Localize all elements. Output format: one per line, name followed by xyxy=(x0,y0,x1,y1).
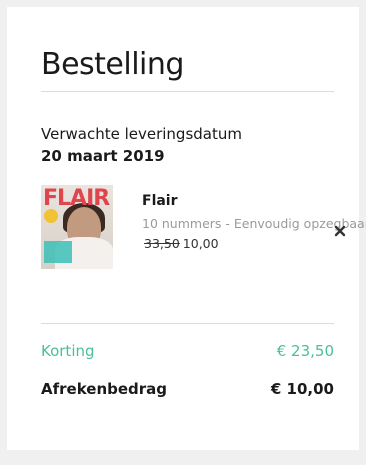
product-price: 33,50 10,00 xyxy=(144,236,219,251)
new-price: 10,00 xyxy=(182,236,219,251)
total-value: € 10,00 xyxy=(270,380,334,398)
product-name: Flair xyxy=(142,193,178,209)
divider xyxy=(41,323,334,324)
discount-label: Korting xyxy=(41,342,95,360)
order-summary-card: Bestelling Verwachte leveringsdatum 20 m… xyxy=(7,7,366,450)
total-row: Afrekenbedrag € 10,00 xyxy=(41,380,334,398)
discount-value: € 23,50 xyxy=(276,342,334,360)
divider xyxy=(41,91,334,92)
delivery-date: 20 maart 2019 xyxy=(41,147,165,165)
product-cover-image: FLAIR xyxy=(41,185,113,269)
close-icon xyxy=(334,225,346,237)
page-title: Bestelling xyxy=(41,47,184,82)
discount-row: Korting € 23,50 xyxy=(41,342,334,360)
remove-item-button[interactable] xyxy=(334,222,346,237)
delivery-label: Verwachte leveringsdatum xyxy=(41,125,242,143)
old-price: 33,50 xyxy=(144,236,180,251)
cover-logo: FLAIR xyxy=(43,186,110,211)
total-label: Afrekenbedrag xyxy=(41,380,168,398)
product-subtitle: 10 nummers - Eenvoudig opzegbaar xyxy=(142,216,366,231)
